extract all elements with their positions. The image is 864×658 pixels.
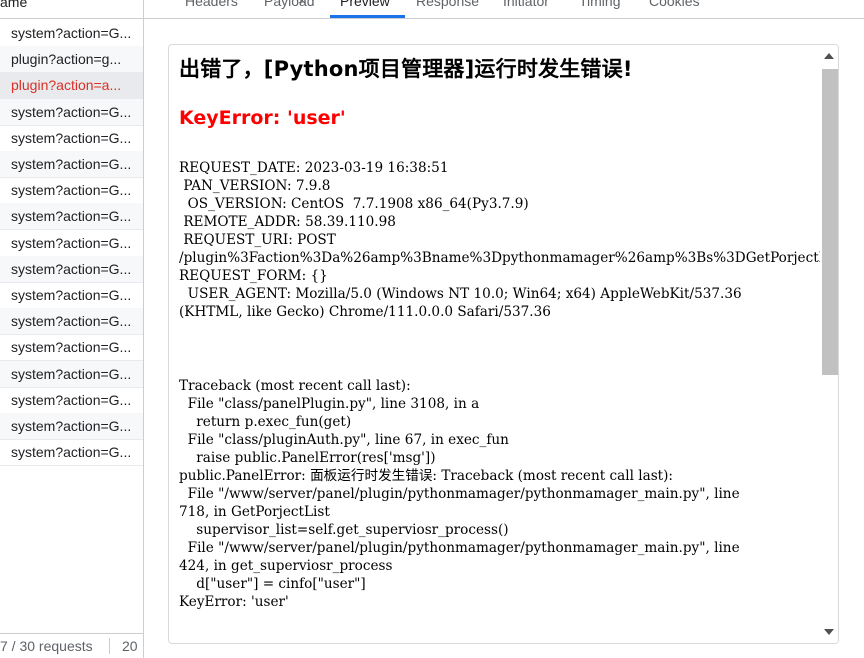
tab-initiator[interactable]: Initiator [503, 0, 549, 9]
request-row[interactable]: ] system?action=G... [0, 255, 143, 283]
request-row[interactable]: ] system?action=G... [0, 439, 143, 467]
request-name: system?action=G... [11, 103, 132, 120]
name-column-header[interactable]: ame [0, 0, 143, 19]
request-type-icon: ] [0, 125, 1, 151]
tab-payload[interactable]: Payload [264, 0, 315, 9]
request-type-icon: ] [0, 46, 1, 72]
request-row[interactable]: ] system?action=G... [0, 334, 143, 362]
request-name: system?action=G... [11, 25, 132, 41]
request-type-icon: ] [0, 230, 1, 256]
tab-headers[interactable]: Headers [185, 0, 238, 9]
detail-tab-bar: × Headers Payload Preview Response Initi… [144, 0, 864, 19]
request-name: system?action=G... [11, 339, 132, 356]
request-name: system?action=G... [11, 156, 132, 172]
request-type-icon: ] [0, 72, 1, 98]
request-type-icon: ] [0, 99, 1, 125]
active-tab-indicator [330, 15, 405, 18]
vertical-scrollbar[interactable] [820, 45, 838, 643]
request-row[interactable]: ] system?action=G... [0, 230, 143, 257]
request-type-icon: ] [0, 256, 1, 282]
request-type-icon: ] [0, 334, 1, 360]
scrollbar-thumb[interactable] [822, 69, 838, 375]
request-row[interactable]: ] system?action=G... [0, 203, 143, 231]
request-name: system?action=G... [11, 365, 132, 382]
request-name: system?action=G... [11, 182, 132, 199]
request-row[interactable]: ] plugin?action=a... [0, 72, 143, 100]
request-name: plugin?action=g... [11, 51, 122, 68]
traceback-block: Traceback (most recent call last): File … [179, 378, 740, 610]
scroll-down-arrow-icon[interactable] [824, 629, 834, 635]
scroll-up-arrow-icon[interactable] [824, 53, 834, 59]
tab-preview[interactable]: Preview [340, 0, 390, 9]
request-name: system?action=G... [11, 391, 132, 408]
request-row[interactable]: ] plugin?action=g... [0, 46, 143, 74]
request-name: system?action=G... [11, 260, 132, 277]
request-row[interactable]: ] system?action=G... [0, 125, 143, 152]
request-type-icon: ] [0, 387, 1, 413]
request-type-icon: ] [0, 308, 1, 334]
request-name: system?action=G... [11, 208, 132, 225]
transfer-size: 20 [122, 638, 138, 654]
request-row[interactable]: ] system?action=G... [0, 387, 143, 414]
request-name: system?action=G... [11, 418, 132, 434]
request-type-icon: ] [0, 203, 1, 229]
request-type-icon: ] [0, 439, 1, 465]
request-row[interactable]: ] system?action=G... [0, 308, 143, 336]
status-divider [109, 638, 110, 654]
tab-response[interactable]: Response [416, 0, 479, 9]
name-column-header-label: ame [0, 0, 28, 10]
request-row[interactable]: ] system?action=G... [0, 177, 143, 205]
request-row[interactable]: ] system?action=G... [0, 98, 143, 126]
response-preview: 出错了，[Python项目管理器]运行时发生错误! KeyError: 'use… [168, 44, 839, 644]
request-row[interactable]: ] system?action=G... [0, 151, 143, 178]
tab-timing[interactable]: Timing [579, 0, 621, 9]
request-type-icon: ] [0, 151, 1, 177]
request-row[interactable]: ] system?action=G... [0, 360, 143, 388]
error-message: KeyError: 'user' [179, 107, 346, 129]
tab-cookies[interactable]: Cookies [649, 0, 700, 9]
error-title: 出错了，[Python项目管理器]运行时发生错误! [179, 57, 633, 81]
request-count: 7 / 30 requests [0, 638, 93, 654]
request-name: system?action=G... [11, 313, 132, 330]
request-row[interactable]: ] system?action=G... [0, 20, 143, 47]
request-name: system?action=G... [11, 287, 132, 303]
request-list-pane: ame ] system?action=G...] plugin?action=g.… [0, 0, 144, 658]
request-name: system?action=G... [11, 129, 132, 146]
request-row[interactable]: ] system?action=G... [0, 413, 143, 440]
request-type-icon: ] [0, 413, 1, 439]
request-name: plugin?action=a... [11, 77, 122, 94]
request-type-icon: ] [0, 177, 1, 203]
request-type-icon: ] [0, 20, 1, 46]
request-type-icon: ] [0, 282, 1, 308]
request-type-icon: ] [0, 361, 1, 387]
status-bar: 7 / 30 requests 20 [0, 633, 143, 658]
request-info-block: REQUEST_DATE: 2023-03-19 16:38:51 PAN_VE… [179, 160, 839, 320]
request-name: system?action=G... [11, 444, 132, 461]
request-row[interactable]: ] system?action=G... [0, 282, 143, 309]
request-name: system?action=G... [11, 234, 132, 251]
